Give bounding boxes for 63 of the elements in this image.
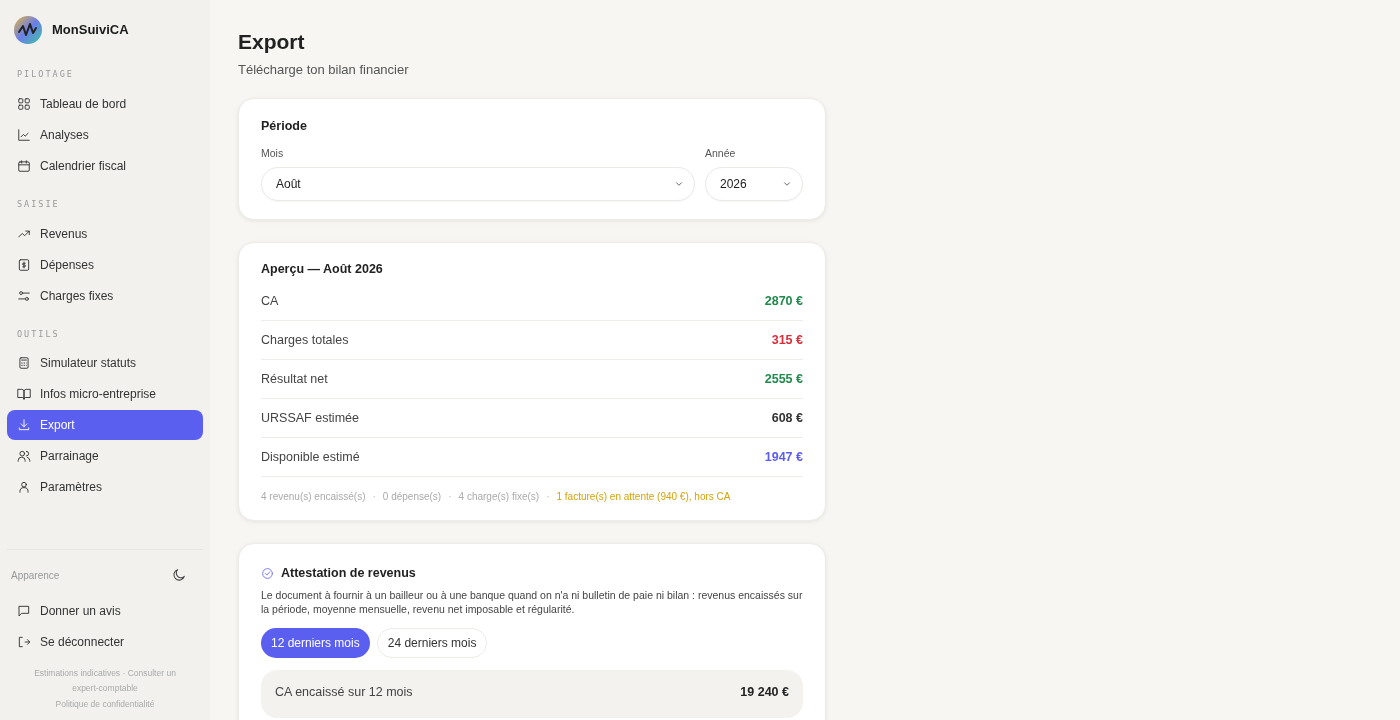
field-label: Année	[705, 145, 737, 161]
app-name: MonSuiviCA	[52, 21, 129, 40]
nav-item[interactable]: Parrainage	[7, 441, 203, 472]
speech-bubble-icon	[17, 604, 31, 618]
footer-link[interactable]: Se déconnecter	[7, 627, 203, 657]
calendar-icon	[17, 158, 31, 173]
nav-item[interactable]: Infos micro-entreprise	[7, 379, 203, 410]
section-label: PILOTAGE	[16, 68, 75, 81]
section-label: SAISIE	[16, 197, 61, 211]
period-tab[interactable]: 24 derniers mois	[376, 628, 488, 658]
moon-icon	[171, 567, 187, 583]
summary-note: 4 revenu(s) encaissé(s)	[261, 490, 366, 505]
nav-item[interactable]: Charges fixes	[7, 280, 203, 311]
nav-item[interactable]: Export	[7, 410, 203, 441]
nav-item[interactable]: Tableau de bord	[7, 88, 203, 119]
app-logo	[14, 16, 42, 44]
dollar-note-icon	[17, 257, 31, 272]
summary-label: CA encaissé sur 12 mois	[275, 683, 413, 701]
user-icon	[17, 480, 31, 495]
nav-item[interactable]: Revenus	[7, 218, 203, 249]
grid-icon	[17, 96, 31, 111]
separator-dot: ·	[448, 490, 452, 505]
separator-dot: ·	[372, 490, 376, 505]
nav-item[interactable]: Analyses	[7, 119, 203, 150]
summary-value: 19 240 €	[740, 683, 789, 701]
metric-label: CA	[261, 292, 279, 310]
users-icon	[17, 449, 31, 464]
appearance-label: Apparence	[11, 568, 60, 583]
metric-value: 608 €	[771, 409, 803, 427]
download-icon	[17, 418, 31, 433]
nav-item[interactable]: Paramètres	[7, 472, 203, 503]
metric-label: Disponible estimé	[261, 448, 360, 466]
metric-value: 1947 €	[764, 448, 803, 466]
summary-note: 4 charge(s) fixe(s)	[458, 490, 540, 505]
metric-label: Résultat net	[261, 370, 328, 388]
page-subtitle: Télécharge ton bilan financier	[238, 60, 410, 79]
line-chart-icon	[17, 127, 31, 142]
sliders-icon	[17, 288, 31, 303]
check-circle-icon	[261, 567, 274, 581]
summary-note: 0 dépense(s)	[382, 490, 442, 505]
card-title: Période	[261, 118, 308, 135]
metric-value: 315 €	[771, 331, 803, 349]
metric-value: 2870 €	[764, 292, 803, 310]
metric-label: Charges totales	[261, 331, 349, 349]
logout-icon	[17, 635, 31, 649]
nav-item[interactable]: Dépenses	[7, 249, 203, 280]
separator-dot: ·	[546, 490, 550, 505]
nav-item[interactable]: Calendrier fiscal	[7, 150, 203, 181]
section-label: OUTILS	[16, 327, 61, 341]
field-label: Mois	[261, 145, 285, 161]
card-title: Attestation de revenus	[281, 565, 416, 583]
metric-value: 2555 €	[764, 370, 803, 388]
warning-note: 1 facture(s) en attente (940 €), hors CA	[556, 490, 731, 505]
page-title: Export	[238, 29, 306, 55]
metric-label: URSSAF estimée	[261, 409, 359, 427]
period-tab[interactable]: 12 derniers mois	[261, 628, 370, 658]
nav-item[interactable]: Simulateur statuts	[7, 348, 203, 379]
disclaimer: Estimations indicatives · Consulter un expert-comptable	[33, 667, 177, 695]
footer-link[interactable]: Donner un avis	[7, 596, 203, 626]
book-icon	[17, 387, 31, 402]
calculator-icon	[17, 356, 31, 371]
card-description: Le document à fournir à un bailleur ou à une banque quand on n'a ni bulletin de paie ni bilan : revenus encaissés sur la période, moyenne mensuelle, revenu net imposable et régularité.	[261, 588, 803, 616]
card-title: Aperçu — Août 2026	[261, 260, 384, 278]
